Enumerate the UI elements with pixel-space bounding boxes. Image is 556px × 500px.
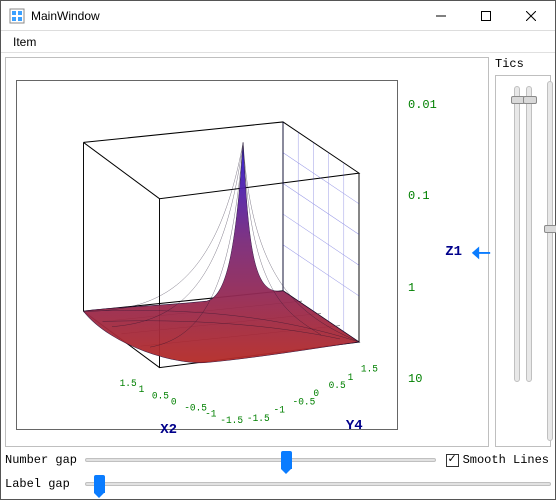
window-title: MainWindow [31, 9, 418, 23]
svg-text:-1.5: -1.5 [247, 413, 270, 424]
window-titlebar: MainWindow [1, 1, 555, 31]
svg-text:-0.5: -0.5 [293, 396, 316, 407]
tics-label: Tics [495, 57, 524, 71]
svg-text:1: 1 [348, 372, 354, 383]
svg-text:0: 0 [313, 388, 319, 399]
minimize-button[interactable] [418, 1, 463, 30]
tics-vslider-2[interactable] [526, 86, 532, 382]
z-axis-label: Z1 [445, 244, 462, 260]
slider-thumb[interactable] [523, 96, 537, 104]
content-area: 1.5 1 0.5 0 -0.5 -1 -1.5 -1.5 -1 -0.5 0 … [1, 53, 555, 499]
label-gap-slider[interactable] [85, 474, 551, 494]
label-gap-label: Label gap [5, 477, 79, 491]
slider-thumb[interactable] [544, 225, 556, 233]
slider-thumb[interactable] [281, 451, 292, 469]
app-icon [9, 8, 25, 24]
z-tick: 10 [408, 372, 470, 386]
smooth-lines-checkbox[interactable]: ✓ Smooth Lines [446, 453, 549, 467]
edge-vslider[interactable] [547, 81, 553, 441]
svg-text:-0.5: -0.5 [184, 402, 207, 413]
svg-text:0.5: 0.5 [152, 390, 169, 401]
svg-text:1: 1 [139, 384, 145, 395]
tics-slider-group [495, 75, 551, 447]
z-tick: 0.01 [408, 98, 470, 112]
plot-frame: 1.5 1 0.5 0 -0.5 -1 -1.5 -1.5 -1 -0.5 0 … [5, 57, 489, 447]
menubar: Item [1, 31, 555, 53]
y-axis-label: Y4 [346, 418, 363, 434]
number-gap-slider[interactable] [85, 450, 436, 470]
svg-text:1.5: 1.5 [120, 378, 137, 389]
z-tick: 0.1 [408, 189, 470, 203]
z-axis-ticks: 0.01 0.1 1 10 [408, 98, 470, 386]
z-tick: 1 [408, 281, 470, 295]
svg-text:-1: -1 [274, 404, 285, 415]
checkbox-label: Smooth Lines [463, 453, 549, 467]
maximize-button[interactable] [463, 1, 508, 30]
surface3d-svg: 1.5 1 0.5 0 -0.5 -1 -1.5 -1.5 -1 -0.5 0 … [17, 81, 397, 429]
number-gap-row: Number gap ✓ Smooth Lines [5, 449, 551, 471]
svg-text:-1.5: -1.5 [220, 415, 243, 426]
checkbox-box[interactable]: ✓ [446, 454, 459, 467]
x-axis-label: X2 [160, 422, 177, 438]
tics-panel: Tics [495, 57, 551, 447]
menu-item[interactable]: Item [7, 33, 42, 51]
svg-text:0.5: 0.5 [329, 380, 346, 391]
svg-text:1.5: 1.5 [361, 363, 378, 374]
plot-canvas[interactable]: 1.5 1 0.5 0 -0.5 -1 -1.5 -1.5 -1 -0.5 0 … [16, 80, 398, 430]
svg-text:0: 0 [171, 396, 177, 407]
tics-vslider-1[interactable] [514, 86, 520, 382]
svg-text:-1: -1 [205, 408, 216, 419]
label-gap-row: Label gap [5, 473, 551, 495]
number-gap-label: Number gap [5, 453, 79, 467]
upper-row: 1.5 1 0.5 0 -0.5 -1 -1.5 -1.5 -1 -0.5 0 … [5, 57, 551, 447]
pointer-arrow-icon[interactable] [470, 239, 492, 265]
slider-thumb[interactable] [94, 475, 105, 493]
close-button[interactable] [508, 1, 553, 30]
